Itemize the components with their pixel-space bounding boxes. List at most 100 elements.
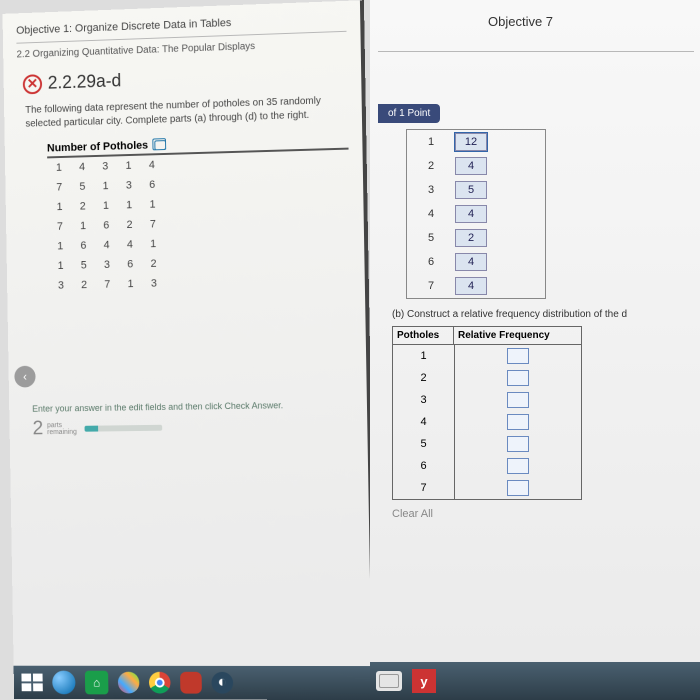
data-cell: 1 <box>49 256 72 276</box>
data-cell: 1 <box>71 216 95 236</box>
rf-row: 1 <box>393 345 581 367</box>
rf-input[interactable] <box>507 370 529 386</box>
data-cell: 2 <box>142 254 166 274</box>
gamepad-icon[interactable] <box>376 671 402 691</box>
parts-label-b: remaining <box>47 428 77 435</box>
rf-label: 4 <box>393 411 455 433</box>
freq-input[interactable] <box>455 181 487 199</box>
data-cell: 7 <box>95 275 119 295</box>
progress-bar <box>84 424 162 431</box>
data-cell: 2 <box>72 275 96 295</box>
right-screen: Objective 7 of 1 Point 1234567 (b) Const… <box>370 0 700 700</box>
data-cell: 3 <box>93 156 117 176</box>
rf-input[interactable] <box>507 480 529 496</box>
data-cell: 6 <box>94 215 118 235</box>
rf-row: 7 <box>393 477 581 499</box>
rf-input[interactable] <box>507 436 529 452</box>
data-cell: 4 <box>70 157 94 177</box>
objective-7-label: Objective 7 <box>378 10 694 29</box>
rf-header-potholes: Potholes <box>393 327 454 344</box>
rf-row: 2 <box>393 367 581 389</box>
data-cell: 3 <box>142 274 166 294</box>
browser-icon[interactable] <box>52 671 76 695</box>
freq-input[interactable] <box>455 205 487 223</box>
parts-count: 2 <box>32 418 43 441</box>
freq-row: 4 <box>407 202 545 226</box>
part-b-prompt: (b) Construct a relative frequency distr… <box>392 309 694 320</box>
rf-input[interactable] <box>507 392 529 408</box>
data-cell: 1 <box>94 176 118 196</box>
data-cell: 7 <box>141 214 165 234</box>
freq-label: 1 <box>407 136 455 148</box>
rf-label: 7 <box>393 477 455 499</box>
parts-remaining: 2 parts remaining <box>32 413 353 440</box>
freq-row: 7 <box>407 274 545 298</box>
data-cell: 2 <box>118 215 142 235</box>
freq-label: 2 <box>407 160 455 172</box>
data-cell: 4 <box>95 235 119 255</box>
divider <box>378 51 694 52</box>
steam-icon[interactable]: ◐ <box>211 672 233 694</box>
rf-label: 6 <box>393 455 455 477</box>
adobe-icon[interactable] <box>180 672 202 694</box>
relative-frequency-table: 1234567 <box>392 345 582 500</box>
data-cell: 3 <box>117 175 141 195</box>
freq-row: 1 <box>407 130 545 154</box>
rf-header-relfreq: Relative Frequency <box>454 327 581 344</box>
freq-input[interactable] <box>455 253 487 271</box>
data-cell: 1 <box>117 156 141 176</box>
rf-input[interactable] <box>507 458 529 474</box>
data-cell: 1 <box>94 196 118 216</box>
data-cell: 1 <box>141 234 165 254</box>
store-icon[interactable]: ⌂ <box>85 671 109 695</box>
freq-row: 5 <box>407 226 545 250</box>
freq-label: 4 <box>407 208 455 220</box>
app-icon[interactable]: у <box>412 669 436 693</box>
data-cell: 5 <box>71 177 95 197</box>
left-screen: Objective 1: Organize Discrete Data in T… <box>2 0 376 700</box>
data-cell: 1 <box>47 158 70 178</box>
rf-row: 5 <box>393 433 581 455</box>
rf-label: 5 <box>393 433 455 455</box>
freq-input[interactable] <box>455 157 487 175</box>
freq-label: 5 <box>407 232 455 244</box>
rf-row: 6 <box>393 455 581 477</box>
question-header: ✕ 2.2.29a-d <box>23 63 348 95</box>
data-cell: 6 <box>118 254 142 274</box>
data-cell: 6 <box>140 175 164 195</box>
rf-input[interactable] <box>507 414 529 430</box>
clear-all-button[interactable]: Clear All <box>392 508 694 520</box>
rf-table-header: Potholes Relative Frequency <box>392 326 582 345</box>
data-cell: 4 <box>118 235 142 255</box>
taskbar-right: у <box>370 662 700 700</box>
data-cell: 3 <box>49 276 72 296</box>
prev-button[interactable]: ‹ <box>14 366 35 388</box>
data-cell: 5 <box>72 255 96 275</box>
data-cell: 1 <box>49 236 72 256</box>
question-number: 2.2.29a-d <box>48 70 122 93</box>
chrome-icon[interactable] <box>149 672 171 694</box>
freq-row: 2 <box>407 154 545 178</box>
freq-input[interactable] <box>455 277 487 295</box>
copy-icon[interactable] <box>154 140 166 150</box>
answer-hint: Enter your answer in the edit fields and… <box>32 399 353 413</box>
freq-input[interactable] <box>455 133 487 151</box>
windows-start-icon[interactable] <box>21 674 42 692</box>
incorrect-icon: ✕ <box>23 74 43 94</box>
paint-icon[interactable] <box>118 672 140 694</box>
question-prompt: The following data represent the number … <box>25 94 344 132</box>
data-cell: 3 <box>95 255 119 275</box>
pothole-data-table: 14314751361211171627164411536232713 <box>47 148 351 296</box>
freq-row: 3 <box>407 178 545 202</box>
rf-label: 2 <box>393 367 455 389</box>
data-cell: 1 <box>119 274 143 294</box>
data-cell: 6 <box>72 236 96 256</box>
freq-input[interactable] <box>455 229 487 247</box>
data-cell: 1 <box>117 195 141 215</box>
data-cell: 2 <box>71 196 95 216</box>
rf-row: 3 <box>393 389 581 411</box>
rf-input[interactable] <box>507 348 529 364</box>
rf-label: 1 <box>393 345 455 367</box>
frequency-table-a: 1 2 3 4 5 67 <box>406 129 546 299</box>
freq-row: 6 <box>407 250 545 274</box>
